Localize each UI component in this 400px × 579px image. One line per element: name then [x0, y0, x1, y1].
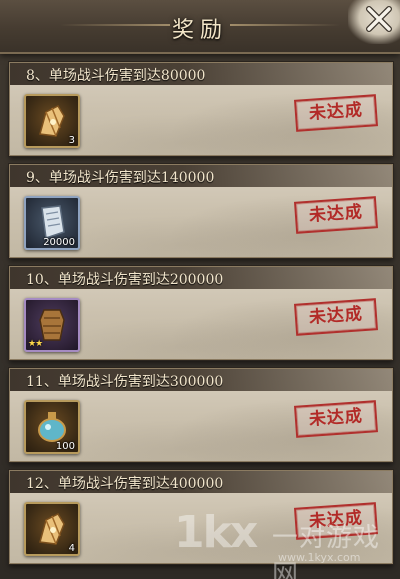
reward-item-slot[interactable]: 3: [24, 94, 80, 148]
reward-card-header: 8、单场战斗伤害到达80000: [10, 63, 392, 85]
reward-card: 9、单场战斗伤害到达140000 20000 未达成: [9, 164, 393, 258]
status-stamp: 未达成: [293, 94, 379, 132]
reward-card: 11、单场战斗伤害到达300000 100 未达成: [9, 368, 393, 462]
reward-card-header: 10、单场战斗伤害到达200000: [10, 267, 392, 289]
item-count: 20000: [43, 237, 75, 248]
panel-header: 奖励: [0, 0, 400, 54]
reward-card: 10、单场战斗伤害到达200000 ★★ 未达成: [9, 266, 393, 360]
watermark-url: www.1kyx.com: [278, 551, 361, 564]
panel-title: 奖励: [171, 18, 228, 43]
status-stamp: 未达成: [293, 400, 379, 438]
reward-card-header: 11、单场战斗伤害到达300000: [10, 369, 392, 391]
item-count: 4: [68, 543, 75, 554]
item-stars: ★★: [28, 339, 43, 349]
watermark-logo: 1kx: [174, 507, 258, 558]
reward-title: 10、单场战斗伤害到达200000: [26, 272, 224, 288]
reward-card: 8、单场战斗伤害到达80000 3 未达成: [9, 62, 393, 156]
close-button[interactable]: [354, 0, 398, 40]
reward-title: 9、单场战斗伤害到达140000: [26, 170, 215, 186]
reward-item-slot[interactable]: 100: [24, 400, 80, 454]
status-stamp: 未达成: [293, 298, 379, 336]
reward-title: 12、单场战斗伤害到达400000: [26, 476, 224, 492]
site-watermark: 1kx 一对游戏网 www.1kyx.com: [174, 499, 394, 579]
status-text: 未达成: [308, 304, 364, 328]
item-count: 100: [55, 441, 75, 452]
status-text: 未达成: [308, 406, 364, 430]
reward-item-slot[interactable]: ★★: [24, 298, 80, 352]
reward-item-slot[interactable]: 4: [24, 502, 80, 556]
item-count: 3: [68, 135, 75, 146]
watermark-name: 一对游戏网: [272, 523, 381, 579]
status-text: 未达成: [308, 202, 364, 226]
reward-title: 11、单场战斗伤害到达300000: [26, 374, 224, 390]
reward-panel: 奖励 8、单场战斗伤害到达80000 3 未达成 9、单场战斗伤害到达14000…: [0, 0, 400, 579]
reward-card-header: 9、单场战斗伤害到达140000: [10, 165, 392, 187]
status-stamp: 未达成: [293, 196, 379, 234]
reward-card-header: 12、单场战斗伤害到达400000: [10, 471, 392, 493]
reward-item-slot[interactable]: 20000: [24, 196, 80, 250]
close-icon[interactable]: [364, 4, 394, 34]
status-text: 未达成: [308, 100, 364, 124]
reward-title: 8、单场战斗伤害到达80000: [26, 68, 206, 84]
